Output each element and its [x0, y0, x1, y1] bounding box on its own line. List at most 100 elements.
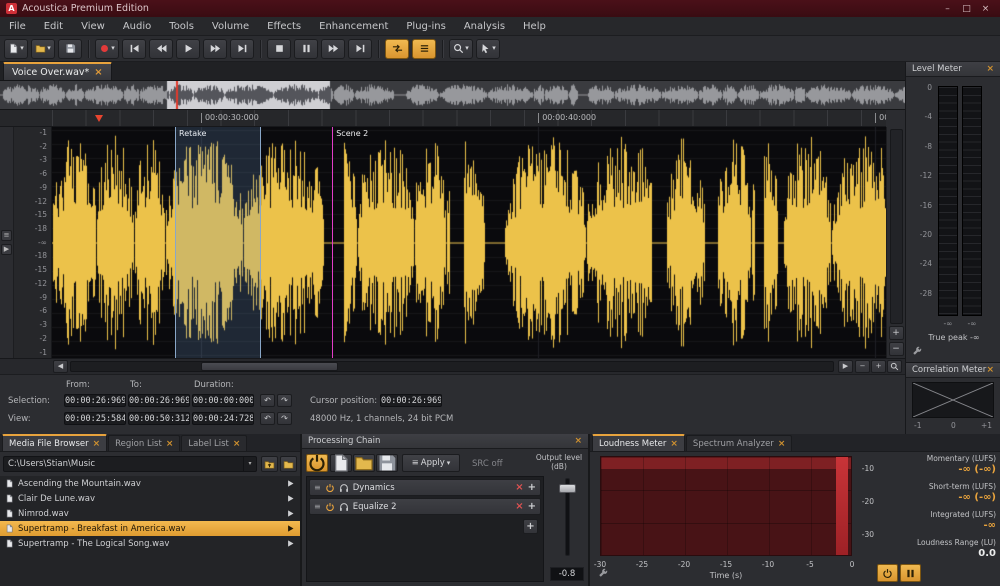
trigger-list-button[interactable] [412, 39, 436, 59]
tab-voice-over[interactable]: Voice Over.wav* × [3, 62, 112, 80]
waveform-view[interactable]: Retake Scene 2 [52, 127, 886, 358]
cursor-position-field[interactable] [380, 394, 442, 407]
pause-button[interactable] [294, 39, 318, 59]
power-icon[interactable] [325, 502, 335, 512]
file-row[interactable]: Supertramp - Breakfast in America.wav [0, 521, 300, 536]
close-icon[interactable]: × [670, 439, 678, 449]
zoom-in-button[interactable]: + [871, 360, 886, 373]
scroll-right-button[interactable]: ▶ [838, 360, 853, 373]
cursor-marker[interactable] [95, 115, 103, 126]
chain-save-button[interactable] [376, 454, 398, 472]
play-to-end-button[interactable] [348, 39, 372, 59]
file-row[interactable]: Nimrod.wav [0, 506, 300, 521]
menu-analysis[interactable]: Analysis [455, 17, 514, 36]
close-icon[interactable]: × [93, 439, 101, 449]
file-row[interactable]: Clair De Lune.wav [0, 491, 300, 506]
wrench-icon[interactable] [598, 568, 608, 581]
selection-duration-field[interactable] [192, 394, 254, 407]
record-button[interactable]: ▾ [95, 39, 119, 59]
chain-open-button[interactable] [353, 454, 375, 472]
horizontal-scrollbar[interactable] [70, 361, 834, 372]
close-icon[interactable]: × [986, 365, 994, 375]
play-file-button[interactable] [286, 524, 295, 533]
vertical-scrollbar[interactable] [890, 129, 903, 324]
add-effect-button[interactable]: + [523, 519, 538, 534]
chevron-down-icon[interactable]: ▾ [243, 457, 256, 471]
menu-audio[interactable]: Audio [114, 17, 160, 36]
menu-file[interactable]: File [0, 17, 35, 36]
select-tool-button[interactable]: ▾ [476, 39, 500, 59]
zoom-settings-button[interactable] [887, 360, 902, 373]
menu-volume[interactable]: Volume [203, 17, 258, 36]
play-file-button[interactable] [286, 494, 295, 503]
effect-row[interactable]: ≡Equalize 2×+ [309, 498, 541, 515]
view-from-field[interactable] [64, 412, 126, 425]
close-icon[interactable]: × [778, 439, 786, 449]
view-duration-field[interactable] [192, 412, 254, 425]
power-icon[interactable] [325, 483, 335, 493]
chain-power-button[interactable] [306, 454, 328, 472]
region-retake[interactable]: Retake [175, 127, 261, 358]
minimize-button[interactable]: – [939, 2, 956, 15]
menu-effects[interactable]: Effects [258, 17, 310, 36]
loudness-tab-loudness-meter[interactable]: Loudness Meter× [592, 434, 685, 451]
chain-new-button[interactable] [330, 454, 352, 472]
loudness-tab-spectrum-analyzer[interactable]: Spectrum Analyzer× [686, 435, 792, 451]
go-to-start-button[interactable] [122, 39, 146, 59]
play-looped-button[interactable] [321, 39, 345, 59]
wrench-icon[interactable] [912, 346, 922, 359]
view-undo-button[interactable]: ↶ [260, 412, 275, 425]
close-icon[interactable]: × [574, 436, 582, 446]
drag-handle-icon[interactable]: ≡ [314, 483, 321, 492]
maximize-button[interactable]: □ [958, 2, 975, 15]
view-to-field[interactable] [128, 412, 190, 425]
play-file-button[interactable] [286, 479, 295, 488]
play-button[interactable] [176, 39, 200, 59]
menu-plug-ins[interactable]: Plug-ins [397, 17, 454, 36]
loudness-power-button[interactable] [877, 564, 898, 582]
output-level-slider-handle[interactable] [559, 484, 576, 493]
parent-folder-button[interactable] [261, 456, 278, 472]
channel-options-button[interactable]: ≡ [1, 230, 12, 241]
selection-from-field[interactable] [64, 394, 126, 407]
zoom-out-button[interactable]: − [855, 360, 870, 373]
close-icon[interactable]: × [233, 439, 241, 449]
apply-button[interactable]: ≡ Apply ▾ [402, 454, 460, 472]
stop-button[interactable] [267, 39, 291, 59]
headphones-icon[interactable] [339, 502, 349, 512]
fast-forward-button[interactable] [203, 39, 227, 59]
file-row[interactable]: Ascending the Mountain.wav [0, 476, 300, 491]
drag-handle-icon[interactable]: ≡ [314, 502, 321, 511]
play-file-button[interactable] [286, 539, 295, 548]
headphones-icon[interactable] [339, 483, 349, 493]
remove-effect-icon[interactable]: × [515, 501, 523, 512]
timeline-ruler[interactable]: 00:00:30:000 00:00:40:000 00 [52, 110, 886, 127]
close-icon[interactable]: × [166, 439, 174, 449]
path-input[interactable] [4, 459, 243, 469]
zoom-in-vertical-button[interactable]: + [889, 326, 904, 340]
loop-mode-button[interactable] [385, 39, 409, 59]
scroll-left-button[interactable]: ◀ [53, 360, 68, 373]
path-combo[interactable]: ▾ [3, 456, 257, 472]
overview-canvas[interactable] [0, 81, 905, 109]
menu-tools[interactable]: Tools [160, 17, 203, 36]
menu-edit[interactable]: Edit [35, 17, 72, 36]
menu-enhancement[interactable]: Enhancement [310, 17, 397, 36]
go-to-end-button[interactable] [230, 39, 254, 59]
effect-row[interactable]: ≡Dynamics×+ [309, 479, 541, 496]
browser-tab-label-list[interactable]: Label List× [181, 435, 247, 451]
browser-tab-media-file-browser[interactable]: Media File Browser× [2, 434, 107, 451]
insert-effect-icon[interactable]: + [528, 501, 536, 512]
rewind-button[interactable] [149, 39, 173, 59]
overview-strip[interactable] [0, 81, 905, 110]
play-file-button[interactable] [286, 509, 295, 518]
selection-undo-button[interactable]: ↶ [260, 394, 275, 407]
close-button[interactable]: × [977, 2, 994, 15]
new-file-button[interactable]: ▾ [4, 39, 28, 59]
tab-close-icon[interactable]: × [94, 67, 102, 78]
menu-help[interactable]: Help [514, 17, 555, 36]
selection-redo-button[interactable]: ↷ [277, 394, 292, 407]
zoom-out-vertical-button[interactable]: − [889, 342, 904, 356]
zoom-tool-button[interactable]: ▾ [449, 39, 473, 59]
loudness-pause-button[interactable] [900, 564, 921, 582]
